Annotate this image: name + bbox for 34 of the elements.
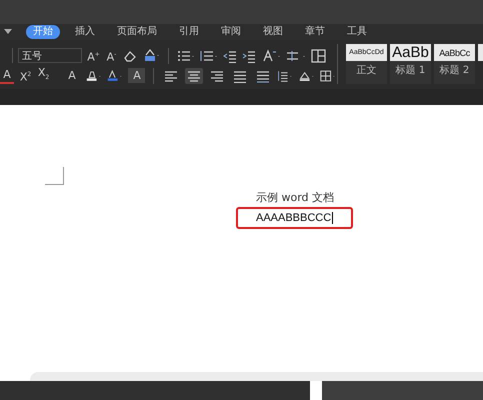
ribbon-tab[interactable]: 审阅 <box>214 25 248 39</box>
distributed-align-icon[interactable] <box>256 68 270 82</box>
style-label: 标题 1 <box>396 64 426 77</box>
font-size-dropdown[interactable]: 五号 <box>18 48 82 63</box>
style-preview[interactable]: AaBbCc <box>434 44 475 61</box>
align-center-icon[interactable] <box>187 68 202 82</box>
horizontal-scrollbar[interactable] <box>30 372 483 381</box>
style-preview[interactable]: AaBb <box>390 44 431 61</box>
ribbon-tab[interactable]: 页面布局 <box>110 25 164 39</box>
ribbon-tab[interactable]: 章节 <box>298 25 332 39</box>
format-button[interactable]: X$_{2}$ <box>37 65 50 86</box>
align-left-icon[interactable] <box>164 68 178 82</box>
ribbon-tab[interactable]: 工具 <box>340 25 374 39</box>
ribbon-tab[interactable]: 视图 <box>256 25 290 39</box>
justify-icon[interactable] <box>233 68 248 82</box>
selected-text: AAAABBBCCC <box>256 212 334 224</box>
document-text: 示例 word 文档 <box>256 190 336 205</box>
format-button[interactable]: A$^{+}$ <box>87 46 100 64</box>
format-button[interactable]: A$^{-}$ <box>105 46 118 64</box>
border-box-icon[interactable] <box>311 48 327 62</box>
format-button[interactable]: A <box>63 68 81 83</box>
margin-corner-mark <box>45 167 64 185</box>
format-button[interactable]: A <box>0 67 14 84</box>
dropdown-icon[interactable] <box>4 29 12 35</box>
format-button[interactable]: A <box>128 68 146 83</box>
increase-indent-icon[interactable] <box>242 48 256 62</box>
align-right-icon[interactable] <box>210 68 224 82</box>
eraser-icon[interactable] <box>123 48 137 62</box>
decrease-indent-icon[interactable] <box>223 48 237 62</box>
format-button[interactable]: X$^{2}$ <box>19 66 32 84</box>
style-label: 标题 2 <box>440 64 470 77</box>
ribbon-tab[interactable]: 引用 <box>172 25 206 39</box>
ribbon-tab[interactable]: 插入 <box>68 25 102 39</box>
style-label: 正文 <box>356 64 376 77</box>
